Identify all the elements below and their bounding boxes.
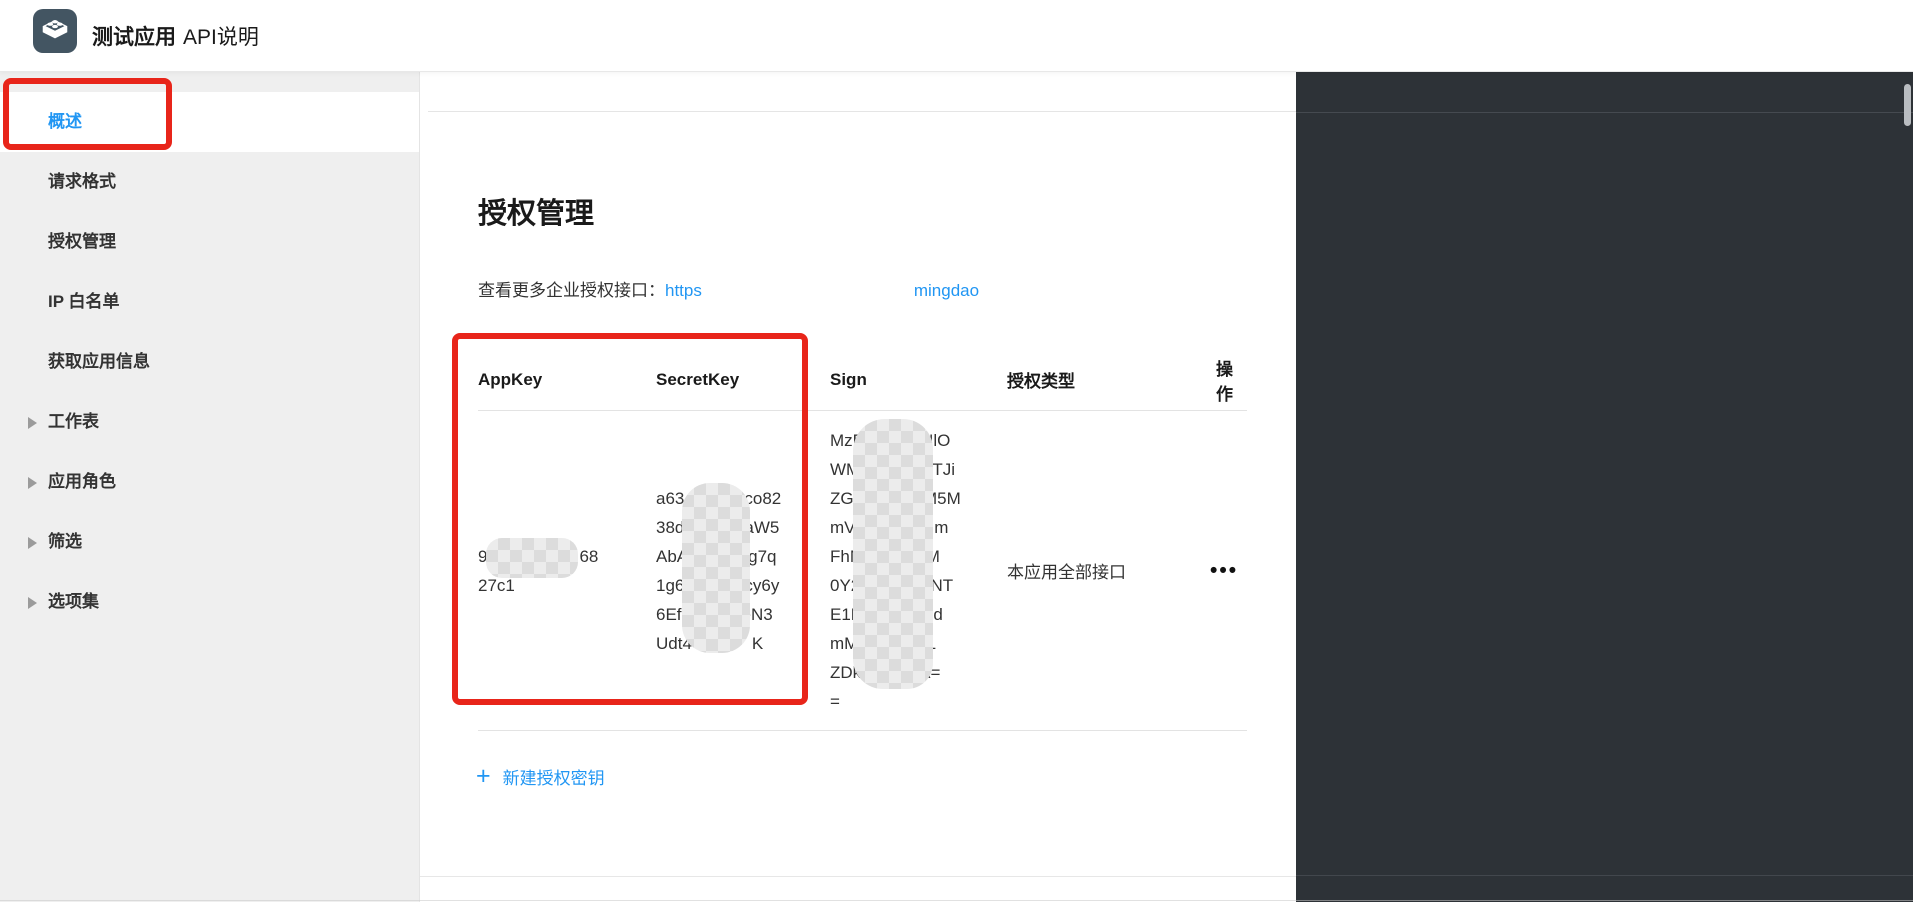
- mingdao-link[interactable]: mingdao: [914, 281, 979, 300]
- appkey-suffix: 68: [579, 546, 599, 566]
- sidebar-item[interactable]: 获取应用信息: [0, 332, 419, 392]
- sidebar-item[interactable]: 筛选: [0, 512, 419, 572]
- sidebar-item[interactable]: 授权管理: [0, 212, 419, 272]
- https-link[interactable]: https: [665, 281, 702, 300]
- secretkey-suffix: co82: [744, 488, 782, 508]
- secretkey-prefix: 38d: [656, 517, 685, 537]
- dark-panel-top-divider: [1296, 112, 1913, 113]
- app-subtitle: API说明: [183, 25, 259, 49]
- chevron-right-icon: [28, 477, 37, 489]
- main-content: 授权管理 查看更多企业授权接口：https mingdao AppKey Secr…: [420, 72, 1296, 902]
- app-header: 测试应用 API说明: [0, 0, 1913, 72]
- content-bottom-divider: [420, 876, 1296, 877]
- new-auth-key-button[interactable]: + 新建授权密钥: [476, 764, 605, 789]
- secretkey-suffix: g7q: [748, 546, 777, 566]
- sidebar-item-label: 筛选: [48, 532, 82, 551]
- sign-prefix: =: [830, 691, 840, 711]
- plus-icon: +: [476, 762, 491, 790]
- new-auth-key-label: 新建授权密钥: [502, 769, 605, 788]
- chevron-right-icon: [28, 417, 37, 429]
- auth-table-header: AppKey SecretKey Sign 授权类型 操作: [478, 349, 1247, 411]
- more-actions-icon[interactable]: •••: [1210, 559, 1238, 582]
- secretkey-prefix: a63: [656, 488, 685, 508]
- auth-table-header-cell: 授权类型: [1007, 372, 1075, 391]
- secretkey-prefix: 1g6: [656, 575, 685, 595]
- actions-cell: •••: [1210, 559, 1252, 583]
- sidebar-item-label: 选项集: [48, 592, 99, 611]
- auth-type-cell: 本应用全部接口: [1007, 563, 1126, 582]
- dark-side-panel: [1296, 72, 1913, 902]
- secretkey-prefix: 6Ef: [656, 604, 682, 624]
- sidebar-item-label: 工作表: [48, 412, 99, 431]
- more-auth-label: 查看更多企业授权接口：: [478, 281, 665, 300]
- app-logo: [33, 9, 77, 53]
- section-divider: [428, 111, 1296, 112]
- sidebar-item-label: 授权管理: [48, 232, 116, 251]
- secretkey-redaction-mosaic: [682, 483, 750, 653]
- sidebar-item-label: 概述: [48, 112, 82, 131]
- chevron-right-icon: [28, 537, 37, 549]
- sidebar-item-label: 应用角色: [48, 472, 116, 491]
- sidebar-nav: 概述 请求格式 授权管理 IP 白名单 获取应用信息 工作表 应用角色 筛选 选…: [0, 72, 420, 902]
- scrollbar-thumb[interactable]: [1904, 84, 1911, 126]
- auth-table-header-cell: SecretKey: [656, 369, 740, 389]
- auth-table-header-cell: Sign: [830, 369, 867, 389]
- sidebar-item[interactable]: 应用角色: [0, 452, 419, 512]
- sidebar-item[interactable]: IP 白名单: [0, 272, 419, 332]
- auth-table-header-cell: AppKey: [478, 369, 543, 389]
- sign-redaction-mosaic: [853, 419, 933, 689]
- brick-icon: [37, 11, 73, 52]
- page-bottom-edge: [0, 900, 1913, 901]
- sidebar-item-label: 获取应用信息: [48, 352, 150, 371]
- sidebar-item[interactable]: 概述: [0, 92, 419, 152]
- appkey-redaction-mosaic: [486, 538, 578, 578]
- sidebar-item[interactable]: 工作表: [0, 392, 419, 452]
- auth-table-header-cell: 操作: [1216, 359, 1233, 404]
- sidebar-item-label: IP 白名单: [48, 292, 120, 311]
- section-title: 授权管理: [478, 198, 595, 230]
- dark-panel-bottom-divider: [1296, 875, 1913, 876]
- sign-line: =: [830, 687, 1007, 716]
- sidebar-item[interactable]: 请求格式: [0, 152, 419, 212]
- chevron-right-icon: [28, 597, 37, 609]
- sidebar-item[interactable]: 选项集: [0, 572, 419, 632]
- more-auth-line: 查看更多企业授权接口：https mingdao: [478, 276, 979, 301]
- app-name: 测试应用: [92, 25, 176, 49]
- sidebar-item-label: 请求格式: [48, 172, 116, 191]
- secretkey-suffix: K: [751, 633, 764, 653]
- sign-suffix: NT: [930, 575, 954, 595]
- page-title: 测试应用 API说明: [92, 0, 259, 71]
